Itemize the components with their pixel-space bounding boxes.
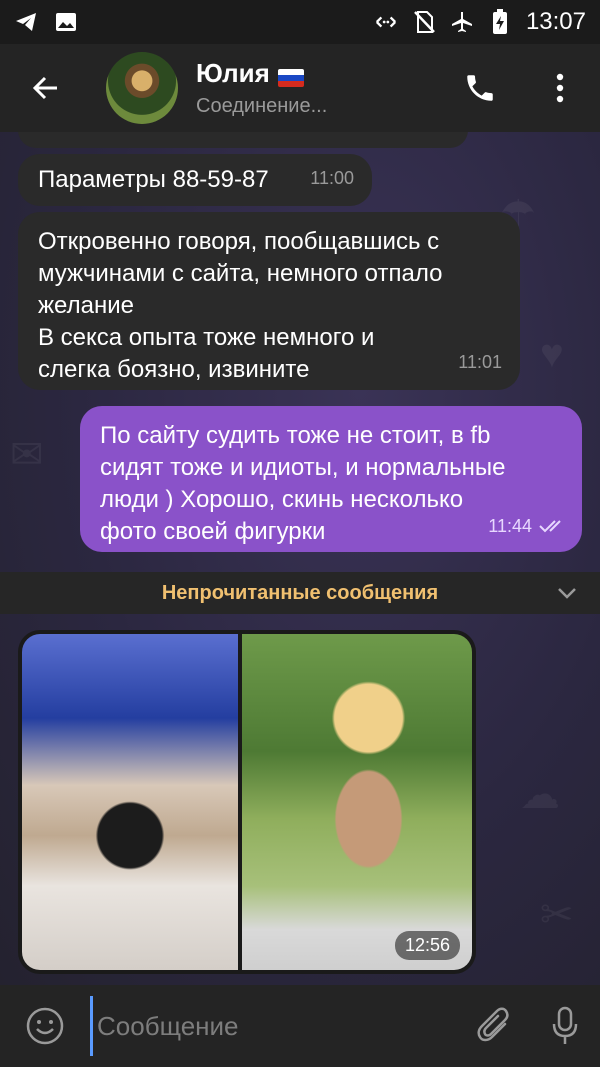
message-line: По сайту судить тоже не стоит, в fb <box>100 422 491 449</box>
status-time: 13:07 <box>525 8 586 35</box>
contact-name: Юлия <box>196 58 270 88</box>
background-doodle: ✉ <box>10 433 44 477</box>
airplane-icon <box>450 10 474 34</box>
background-doodle: ♥ <box>540 332 564 376</box>
battery-charging-icon <box>488 9 512 34</box>
photo-message[interactable]: 12:56 <box>18 630 476 974</box>
message-line: мужчинами с сайта, немного отпало <box>38 260 443 287</box>
message-time: 11:01 <box>458 352 502 372</box>
message-time: 12:56 <box>394 931 460 960</box>
emoji-icon <box>26 1007 64 1045</box>
microphone-button[interactable] <box>530 985 600 1067</box>
message-line: слегка боязно, извините <box>38 356 310 383</box>
background-doodle: ✂ <box>540 893 574 937</box>
emoji-button[interactable] <box>0 985 90 1067</box>
message-input[interactable] <box>90 996 460 1056</box>
unread-divider: Непрочитанные сообщения <box>0 572 600 614</box>
double-check-icon <box>539 520 561 533</box>
status-bar: 13:07 <box>0 0 600 44</box>
more-vert-icon <box>556 73 564 103</box>
message-time: 11:00 <box>310 168 354 188</box>
no-sim-icon <box>412 10 436 34</box>
russia-flag-icon <box>277 68 304 87</box>
unread-divider-label: Непрочитанные сообщения <box>161 581 439 604</box>
message-meta: 11:44 <box>488 510 568 542</box>
outgoing-message[interactable]: По сайту судить тоже не стоит, в fb сидя… <box>80 406 582 552</box>
data-saver-icon <box>374 10 398 34</box>
telegram-icon <box>14 10 38 34</box>
background-doodle: ☁ <box>520 773 560 817</box>
avatar[interactable] <box>106 52 178 124</box>
message-input-bar <box>0 985 600 1067</box>
chat-area[interactable]: ☂ ♥ ✉ ☁ ✂ Параметры 88-59-87 11:00 Откро… <box>0 132 600 985</box>
message-bubble-partial[interactable] <box>18 132 468 148</box>
call-button[interactable] <box>458 66 502 110</box>
phone-icon <box>467 75 493 101</box>
connection-status: Соединение... <box>196 95 328 117</box>
message-time: 11:44 <box>488 516 532 536</box>
chevron-down-icon[interactable] <box>554 580 580 606</box>
photo-thumbnail[interactable]: 12:56 <box>242 634 472 970</box>
gallery-icon <box>54 10 78 34</box>
paperclip-icon <box>477 1007 509 1042</box>
more-menu-button[interactable] <box>540 66 580 110</box>
message-line: Откровенно говоря, пообщавшись с <box>38 228 440 255</box>
microphone-icon <box>552 1006 578 1044</box>
attach-button[interactable] <box>460 985 530 1067</box>
message-line: желание <box>38 292 134 319</box>
chat-header: Юлия Соединение... <box>0 44 600 132</box>
message-line: В секса опыта тоже немного и <box>38 324 375 351</box>
message-line: сидят тоже и идиоты, и нормальные <box>100 454 506 481</box>
incoming-message[interactable]: Откровенно говоря, пообщавшись с мужчина… <box>18 212 520 390</box>
back-button[interactable] <box>0 44 92 132</box>
arrow-back-icon <box>32 76 57 100</box>
message-text: Параметры 88-59-87 <box>38 166 269 193</box>
photo-thumbnail[interactable] <box>22 634 238 970</box>
incoming-message[interactable]: Параметры 88-59-87 11:00 <box>18 154 372 206</box>
chat-title[interactable]: Юлия Соединение... <box>196 58 327 118</box>
